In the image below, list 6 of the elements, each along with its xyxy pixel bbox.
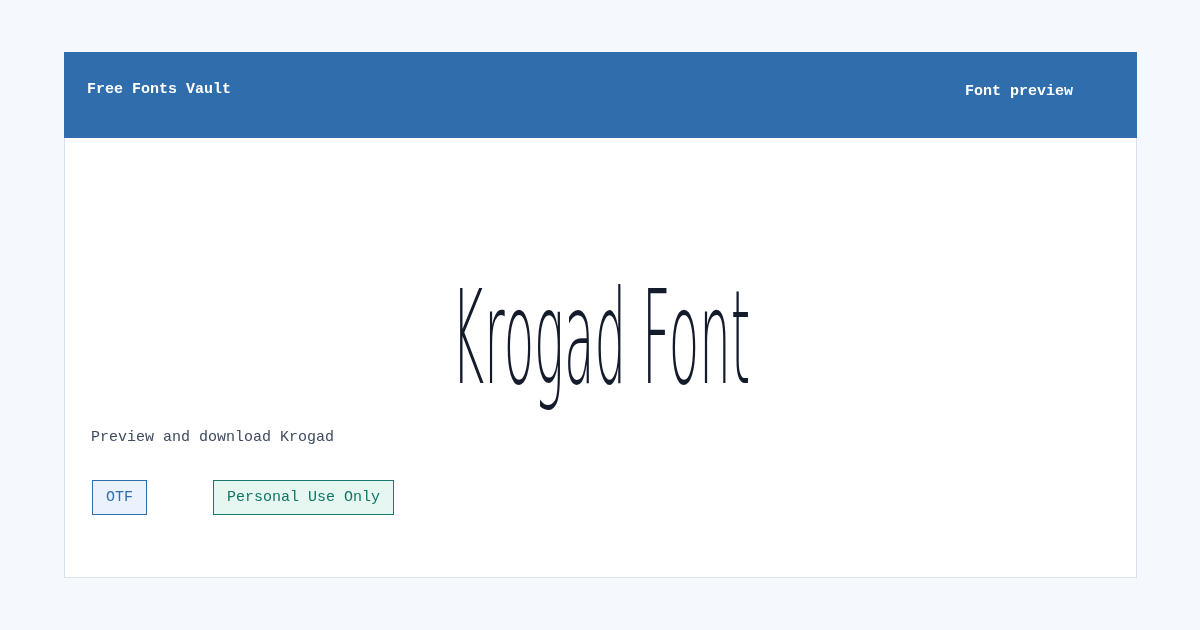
- format-tag: OTF: [92, 480, 147, 515]
- license-tag: Personal Use Only: [213, 480, 395, 515]
- subtitle-text: Preview and download Krogad: [91, 428, 335, 448]
- font-sample-text: Krogad Font: [451, 261, 750, 416]
- page-label: Font preview: [964, 82, 1073, 102]
- site-title: Free Fonts Vault: [87, 80, 232, 100]
